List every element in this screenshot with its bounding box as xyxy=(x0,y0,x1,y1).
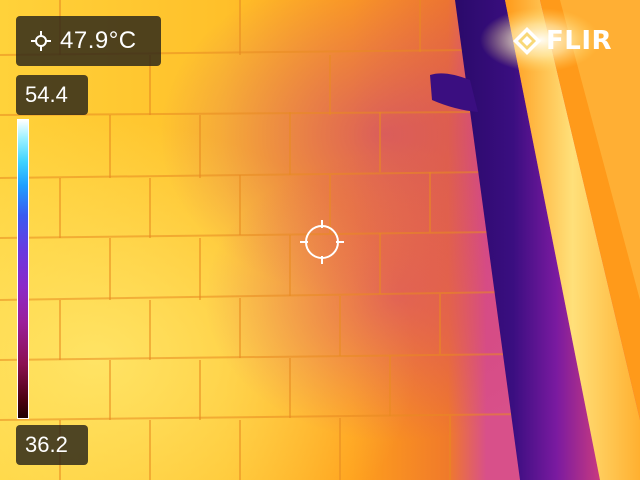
center-crosshair-icon xyxy=(300,220,344,264)
crosshair-spot-icon xyxy=(31,31,51,51)
brand-logo: FLIR xyxy=(512,24,612,58)
thermal-camera-screen: 47.9°C 54.4 36.2 FLIR xyxy=(0,0,640,480)
spot-temperature-readout: 47.9°C xyxy=(16,16,161,66)
brand-name: FLIR xyxy=(546,26,613,56)
spot-temperature-value: 47.9°C xyxy=(60,27,137,54)
flir-diamond-icon xyxy=(513,27,541,55)
color-scale-bar xyxy=(17,119,29,419)
scale-max-label: 54.4 xyxy=(16,75,88,115)
scale-min-label: 36.2 xyxy=(16,425,88,465)
